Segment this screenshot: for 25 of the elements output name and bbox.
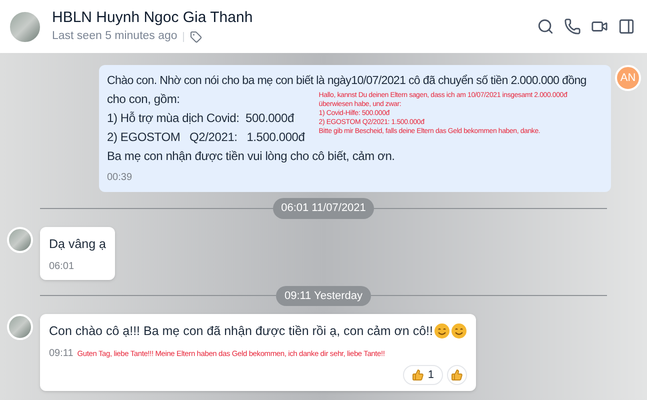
sender-avatar: AN — [615, 65, 641, 91]
thumbs-up-icon — [412, 369, 424, 381]
react-button[interactable] — [447, 365, 467, 385]
search-icon[interactable] — [537, 18, 554, 35]
last-seen-status: Last seen 5 minutes ago — [52, 28, 178, 44]
date-label: 09:11 Yesterday — [276, 286, 371, 306]
message-time: 09:11 — [49, 347, 74, 361]
message-text: Ba mẹ con nhận được tiền vui lòng cho cô biết, cảm ơn. — [107, 148, 396, 165]
reaction-button[interactable]: 1 — [402, 365, 443, 385]
date-label: 06:01 11/07/2021 — [273, 198, 374, 218]
side-panel-icon[interactable] — [618, 18, 635, 35]
message-text: Con chào cô ạ!!! Ba mẹ con đã nhận được tiền rồi ạ, con cảm ơn cô!! — [49, 323, 433, 340]
avatar-photo — [7, 226, 33, 252]
thumbs-up-icon — [451, 369, 463, 381]
message-time: 06:01 — [49, 260, 74, 274]
message-text: Chào con. Nhờ con nói cho ba mẹ con biết là ngày10/07/2021 cô đã chuyển số tiền 2.000.000 đồng — [107, 73, 588, 89]
message-text: 2) EGOSTOM Q2/2021: 1.500.000đ — [107, 129, 305, 146]
message-time: 00:39 — [107, 171, 134, 185]
message-text: Dạ vâng ạ — [49, 236, 106, 252]
contact-name: HBLN Huynh Ngoc Gia Thanh — [52, 8, 254, 28]
message-text: 1) Hỗ trợ mùa dịch Covid: 500.000đ — [107, 110, 296, 127]
avatar-photo — [7, 314, 33, 340]
phone-icon[interactable] — [564, 18, 581, 35]
message-text: cho con, gồm: — [107, 91, 181, 108]
tag-icon[interactable] — [190, 30, 202, 42]
